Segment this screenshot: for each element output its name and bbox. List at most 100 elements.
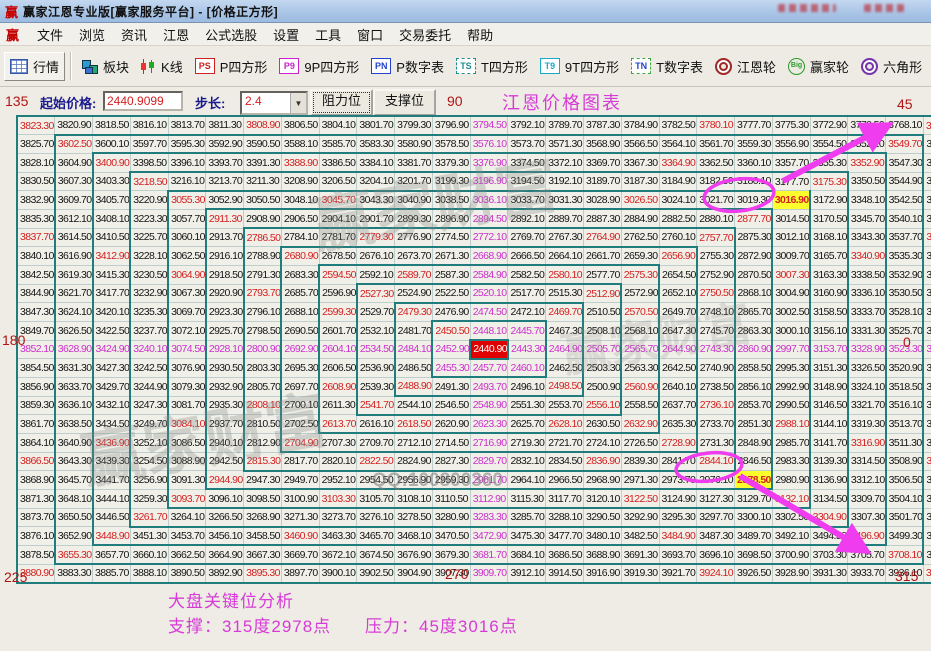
grid-cell: 2649.70	[659, 303, 697, 322]
support-button[interactable]: 支撑位	[373, 89, 436, 116]
grid-cell: 2450.50	[432, 321, 470, 340]
titlebar[interactable]: 赢 赢家江恩专业版[赢家服务平台] - [价格正方形]	[0, 0, 931, 23]
grid-cell: 3338.50	[848, 265, 886, 284]
grid-cell: 3127.30	[697, 489, 735, 508]
grid-cell: 3770.50	[848, 116, 886, 135]
grid-cell: 2544.10	[395, 396, 433, 415]
menu-item-trading[interactable]: 交易委托	[391, 23, 459, 46]
grid-cell: 2587.30	[432, 265, 470, 284]
toolbar-9t-square[interactable]: T9 9T四方形	[535, 53, 624, 80]
grid-cell: 3079.30	[168, 377, 206, 396]
grid-cell: 3465.70	[357, 527, 395, 546]
grid-cell: 3045.70	[319, 191, 357, 210]
grid-cell: 3643.30	[55, 452, 93, 471]
menu-item-gann[interactable]: 江恩	[155, 23, 197, 46]
grid-cell: 3895.30	[244, 564, 282, 583]
toolbar-sectors[interactable]: 板块	[77, 53, 134, 80]
toolbar-hexagon[interactable]: 六角形	[856, 53, 927, 80]
grid-cell: 2467.30	[546, 321, 584, 340]
menu-item-browse[interactable]: 浏览	[71, 23, 113, 46]
toolbar-quotes[interactable]: 行情	[4, 52, 65, 81]
grid-cell: 3105.70	[357, 489, 395, 508]
grid-cell: 3388.90	[281, 153, 319, 172]
grid-cell: 3276.10	[357, 508, 395, 527]
grid-cell: 2952.10	[319, 471, 357, 490]
grid-cell: 2877.70	[735, 209, 773, 228]
menu-item-help[interactable]: 帮助	[459, 23, 501, 46]
grid-cell: 3813.70	[168, 116, 206, 135]
toolbar-9p-square[interactable]: P9 9P四方形	[274, 53, 364, 80]
grid-cell: 3628.90	[55, 340, 93, 359]
grid-cell: 3844.90	[17, 284, 55, 303]
chart-title: 江恩价格图表	[502, 89, 622, 115]
grid-cell: 3180.10	[735, 172, 773, 191]
grid-cell: 3393.70	[206, 153, 244, 172]
grid-cell: 2678.50	[319, 247, 357, 266]
grid-cell: 2493.70	[470, 377, 508, 396]
grid-cell: 3912.10	[508, 564, 546, 583]
grid-cell: 3633.70	[55, 377, 93, 396]
grid-cell: 2791.30	[244, 265, 282, 284]
grid-cell: 3506.50	[886, 471, 924, 490]
menu-item-news[interactable]: 资讯	[113, 23, 155, 46]
grid-cell: 2676.10	[357, 247, 395, 266]
grid-cell: 3684.10	[508, 545, 546, 564]
grid-cell: 2894.50	[470, 209, 508, 228]
grid-cell: 3019.30	[735, 191, 773, 210]
grid-cell: 3424.90	[93, 340, 131, 359]
grid-cell: 3926.50	[735, 564, 773, 583]
grid-cell: 2889.70	[546, 209, 584, 228]
menu-item-window[interactable]: 窗口	[349, 23, 391, 46]
grid-cell: 3218.50	[130, 172, 168, 191]
grid-cell: 3674.50	[357, 545, 395, 564]
grid-cell: 3583.30	[357, 135, 395, 154]
toolbar-t-square[interactable]: TS T四方形	[451, 53, 533, 80]
resistance-button[interactable]: 阻力位	[310, 89, 373, 116]
menu-item-tools[interactable]: 工具	[307, 23, 349, 46]
start-price-input[interactable]	[103, 91, 183, 111]
grid-cell: 2647.30	[659, 321, 697, 340]
menu-item-formula-picker[interactable]: 公式选股	[197, 23, 265, 46]
chevron-down-icon[interactable]: ▼	[290, 93, 306, 113]
grid-cell: 3573.70	[508, 135, 546, 154]
toolbar-gann-wheel[interactable]: 江恩轮	[710, 53, 781, 80]
grid-cell: 3379.30	[432, 153, 470, 172]
grid-cell: 2887.30	[583, 209, 621, 228]
grid-cell: 3691.30	[621, 545, 659, 564]
grid-cell: 2695.30	[281, 359, 319, 378]
grid-cell: 3756.10	[923, 191, 931, 210]
grid-cell: 2565.70	[621, 340, 659, 359]
menu-item-settings[interactable]: 设置	[265, 23, 307, 46]
grid-cell: 2788.90	[244, 247, 282, 266]
resistance-highlight-cell: 3016.90	[772, 191, 810, 210]
grid-cell: 2594.50	[319, 265, 357, 284]
grid-cell: 3885.70	[93, 564, 131, 583]
grid-cell: 3871.30	[17, 489, 55, 508]
grid-cell: 2980.90	[772, 471, 810, 490]
grid-cell: 3736.90	[923, 340, 931, 359]
grid-cell: 3492.10	[772, 527, 810, 546]
grid-cell: 2640.10	[659, 377, 697, 396]
menu-item-file[interactable]: 文件	[29, 23, 71, 46]
grid-cell: 3129.70	[735, 489, 773, 508]
grid-cell: 2995.30	[772, 359, 810, 378]
grid-cell: 2884.90	[621, 209, 659, 228]
toolbar-winner-wheel[interactable]: Big 赢家轮	[783, 53, 854, 80]
grid-cell: 3297.70	[697, 508, 735, 527]
toolbar-p-square[interactable]: PS P四方形	[190, 53, 273, 80]
grid-cell: 3060.10	[168, 228, 206, 247]
grid-cell: 3782.50	[659, 116, 697, 135]
toolbar-p-number-table[interactable]: PN P数字表	[366, 53, 449, 80]
grid-cell: 2671.30	[432, 247, 470, 266]
grid-cell: 2644.90	[659, 340, 697, 359]
toolbar-t-number-table[interactable]: TN T数字表	[626, 53, 708, 80]
grid-cell: 2983.30	[772, 452, 810, 471]
toolbar-kline[interactable]: K线	[136, 53, 188, 80]
grid-cell: 2899.30	[395, 209, 433, 228]
grid-cell: 2947.30	[244, 471, 282, 490]
step-dropdown[interactable]: 2.4 ▼	[240, 91, 308, 115]
grid-cell: 2800.90	[244, 340, 282, 359]
grid-cell: 3328.90	[848, 340, 886, 359]
grid-cell: 3924.10	[697, 564, 735, 583]
grid-cell: 3302.50	[772, 508, 810, 527]
